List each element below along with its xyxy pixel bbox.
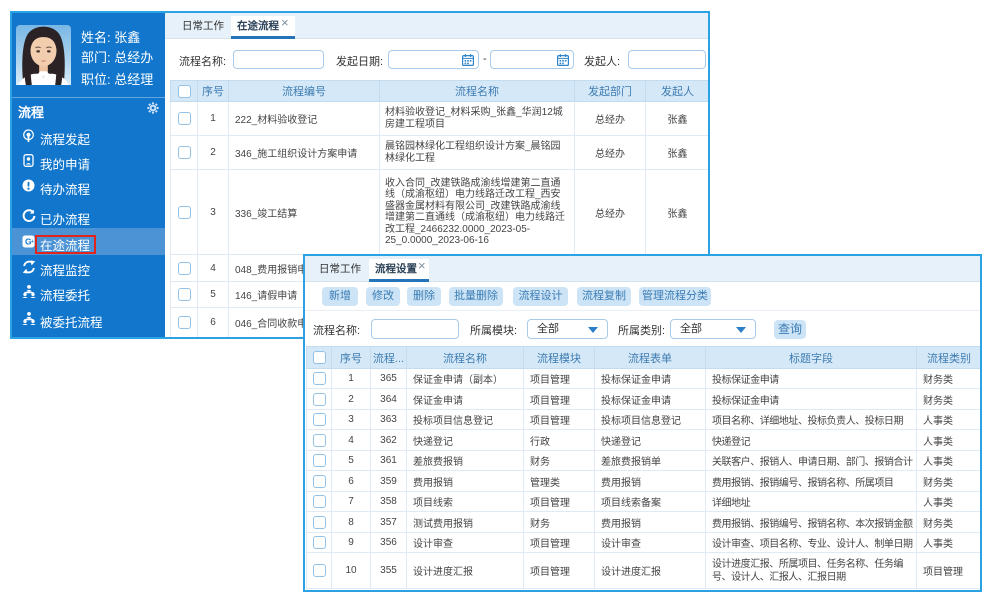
svg-text:+: +	[31, 239, 34, 245]
